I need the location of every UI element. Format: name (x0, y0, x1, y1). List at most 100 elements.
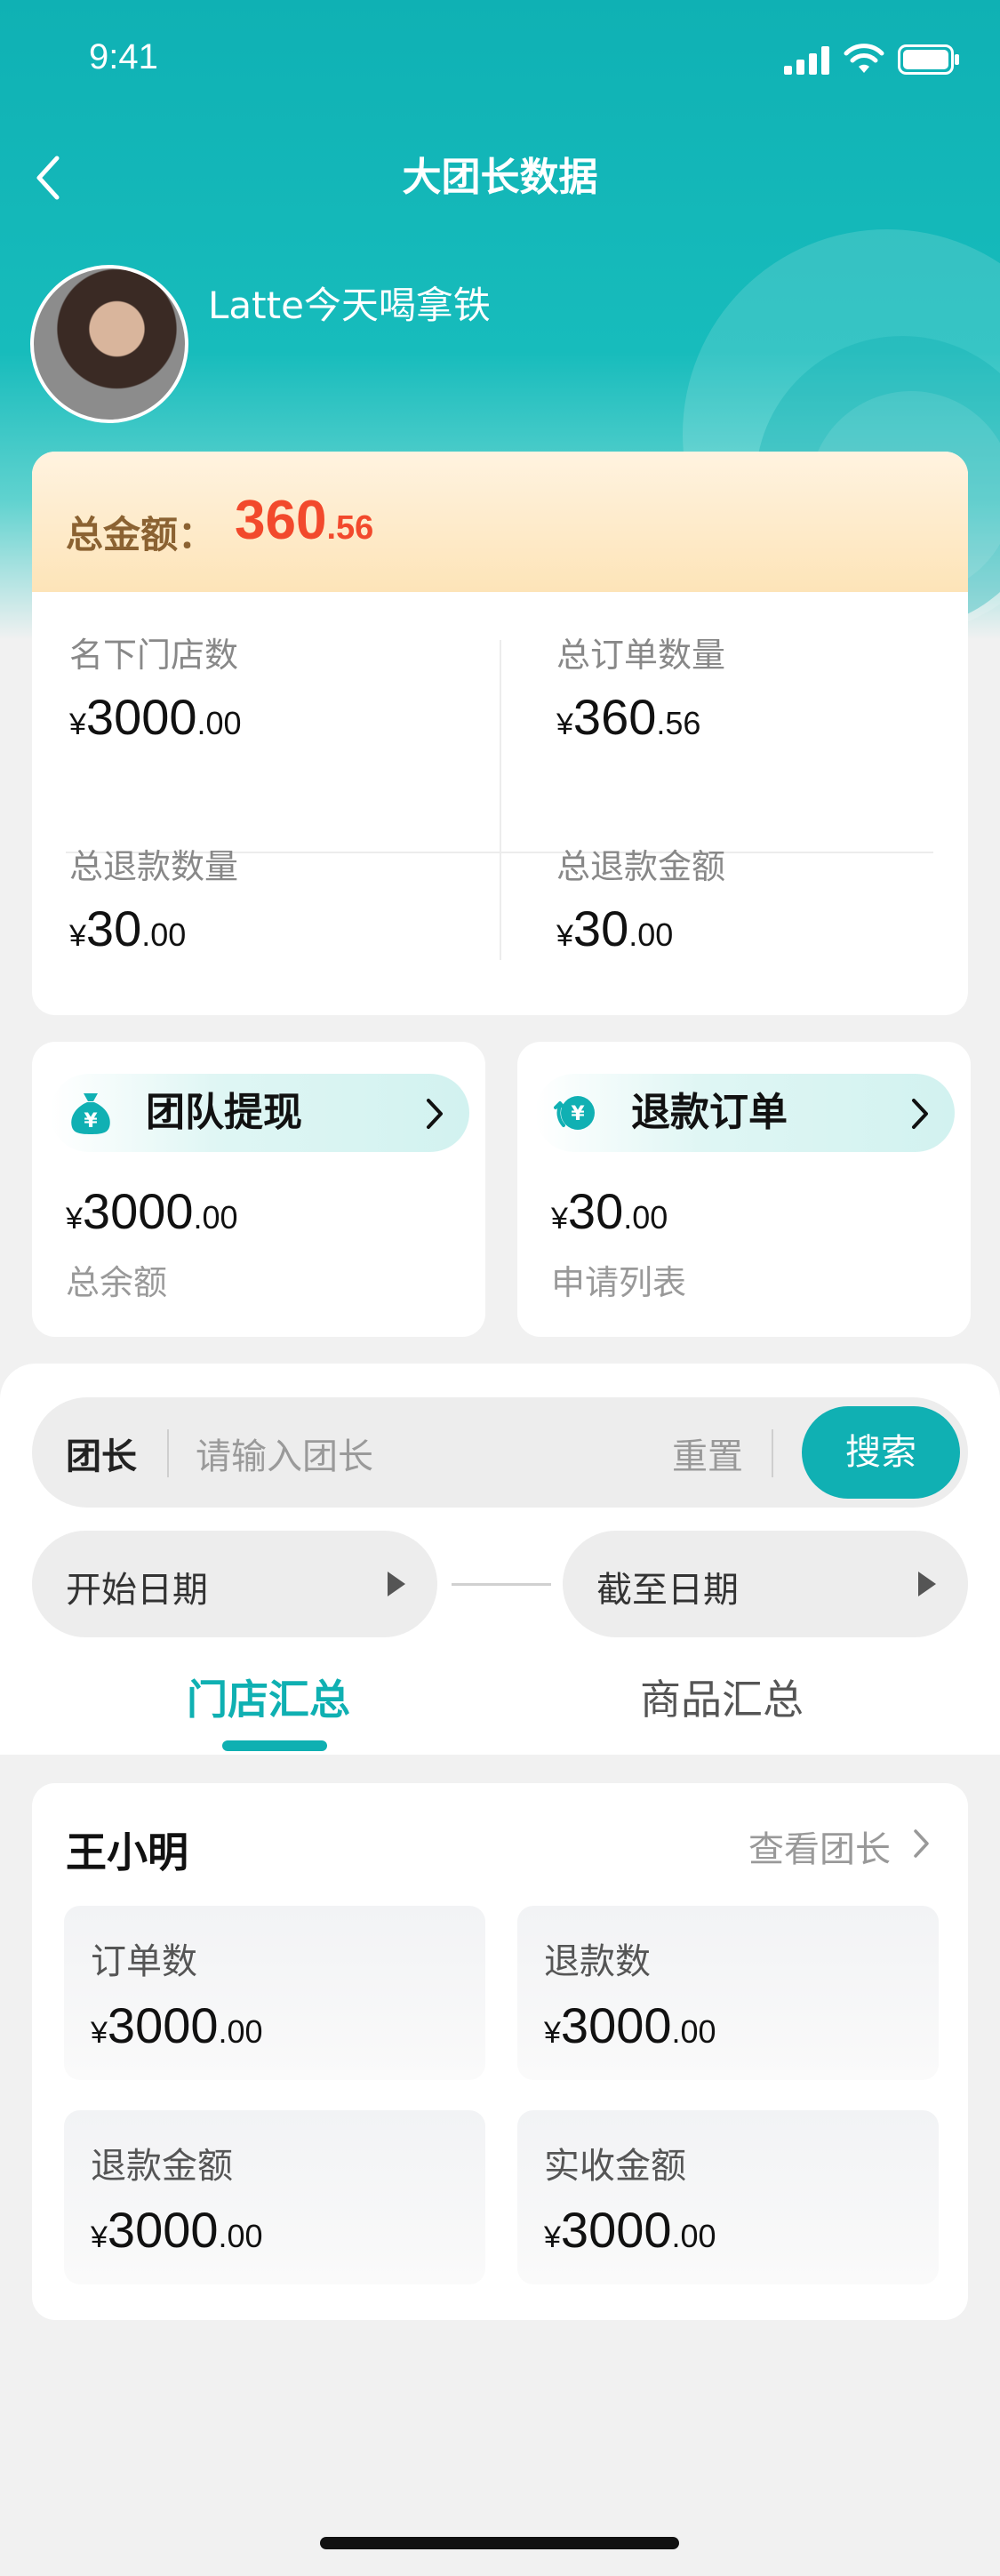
page-title: 大团长数据 (402, 155, 598, 200)
order-count-tile: 订单数 ¥3000.00 (64, 1906, 485, 2080)
tab-product-summary[interactable]: 商品汇总 (640, 1671, 804, 1728)
chevron-right-icon (427, 1099, 443, 1129)
stat-refund-amount: 总退款金额 ¥30.00 (556, 843, 968, 957)
filter-panel: 团长 请输入团长 重置 搜索 开始日期 截至日期 门店汇总 商品汇总 (0, 1364, 1000, 1755)
caret-right-icon (918, 1572, 936, 1596)
value-int: 3000 (107, 1997, 219, 2053)
currency-symbol: ¥ (544, 2220, 561, 2254)
value-int: 30 (567, 1183, 624, 1239)
refund-list-label: 申请列表 (551, 1263, 687, 1302)
total-amount-int: 360 (235, 490, 327, 551)
summary-card: 总金额： 360.56 名下门店数 ¥3000.00 总订单数量 ¥360.56… (32, 452, 968, 1015)
stat-value: ¥3000.00 (69, 688, 496, 746)
value-int: 3000 (560, 2202, 672, 2258)
svg-text:¥: ¥ (571, 1103, 585, 1125)
leader-search-input[interactable]: 请输入团长 (196, 1428, 373, 1479)
stat-store-count: 名下门店数 ¥3000.00 (69, 631, 496, 746)
stat-value: ¥3000.00 (91, 2201, 263, 2259)
divider (500, 640, 501, 960)
stat-value: ¥360.56 (556, 688, 968, 746)
stat-label: 实收金额 (544, 2146, 686, 2187)
summary-stats-grid: 名下门店数 ¥3000.00 总订单数量 ¥360.56 总退款数量 ¥30.0… (32, 592, 968, 1015)
tab-store-summary[interactable]: 门店汇总 (187, 1671, 350, 1728)
value-dec: .00 (628, 916, 674, 953)
cellular-signal-icon (784, 46, 829, 75)
refund-count-tile: 退款数 ¥3000.00 (517, 1906, 939, 2080)
stat-value: ¥3000.00 (544, 2201, 716, 2259)
username: Latte今天喝拿铁 (208, 284, 491, 327)
refund-icon: ¥ (554, 1096, 595, 1130)
caret-right-icon (388, 1572, 405, 1596)
total-amount-banner: 总金额： 360.56 (32, 452, 968, 592)
refund-orders-title: 退款订单 (631, 1090, 788, 1135)
leader-name: 王小明 (66, 1828, 188, 1876)
avatar[interactable] (30, 265, 188, 423)
stat-order-count: 总订单数量 ¥360.56 (556, 631, 968, 746)
value-dec: .00 (671, 2013, 716, 2050)
status-bar: 9:41 (0, 0, 1000, 121)
value-dec: .56 (656, 705, 701, 741)
team-withdraw-header[interactable]: ¥ 团队提现 (50, 1074, 469, 1152)
currency-symbol: ¥ (66, 1202, 83, 1236)
refund-orders-card[interactable]: ¥ 退款订单 ¥30.00 申请列表 (517, 1042, 971, 1337)
search-button[interactable]: 搜索 (802, 1406, 960, 1499)
chevron-right-icon[interactable] (912, 1828, 932, 1860)
svg-text:¥: ¥ (84, 1110, 98, 1132)
end-date-picker[interactable]: 截至日期 (563, 1531, 968, 1637)
search-field-label: 团长 (66, 1436, 137, 1477)
stat-value: ¥30.00 (556, 900, 968, 957)
value-dec: .00 (623, 1199, 668, 1236)
currency-symbol: ¥ (69, 919, 86, 953)
stat-label: 名下门店数 (69, 636, 239, 675)
currency-symbol: ¥ (556, 919, 573, 953)
home-indicator (320, 2537, 679, 2549)
currency-symbol: ¥ (91, 2220, 108, 2254)
stat-value: ¥3000.00 (544, 1996, 716, 2054)
team-withdraw-card[interactable]: ¥ 团队提现 ¥3000.00 总余额 (32, 1042, 485, 1337)
value-int: 3000 (82, 1183, 194, 1239)
divider (772, 1429, 773, 1477)
value-dec: .00 (671, 2218, 716, 2254)
chevron-right-icon (912, 1099, 928, 1129)
value-int: 30 (85, 900, 142, 956)
value-int: 360 (572, 689, 657, 745)
value-int: 3000 (560, 1997, 672, 2053)
start-date-picker[interactable]: 开始日期 (32, 1531, 437, 1637)
value-dec: .00 (196, 705, 242, 741)
total-amount-value: 360.56 (235, 489, 373, 552)
value-int: 30 (572, 900, 629, 956)
currency-symbol: ¥ (551, 1202, 568, 1236)
divider (167, 1429, 169, 1477)
active-tab-indicator (222, 1740, 327, 1751)
currency-symbol: ¥ (556, 708, 573, 741)
start-date-label: 开始日期 (66, 1570, 208, 1611)
received-amount-tile: 实收金额 ¥3000.00 (517, 2110, 939, 2284)
leader-summary-card: 王小明 查看团长 订单数 ¥3000.00 退款数 ¥3000.00 退款金额 … (32, 1783, 968, 2320)
refund-orders-header[interactable]: ¥ 退款订单 (535, 1074, 955, 1152)
total-amount-dec: .56 (326, 509, 374, 547)
stat-value: ¥30.00 (69, 900, 496, 957)
end-date-label: 截至日期 (596, 1570, 739, 1611)
battery-icon (898, 44, 959, 75)
total-amount-label: 总金额： (66, 513, 216, 556)
stat-label: 总退款数量 (69, 847, 239, 886)
refund-amount-tile: 退款金额 ¥3000.00 (64, 2110, 485, 2284)
stat-label: 总订单数量 (556, 636, 726, 675)
currency-symbol: ¥ (544, 2016, 561, 2050)
leader-search-bar: 团长 请输入团长 重置 搜索 (32, 1397, 968, 1508)
status-time: 9:41 (89, 37, 158, 76)
value-dec: .00 (218, 2218, 263, 2254)
view-leader-link[interactable]: 查看团长 (748, 1820, 891, 1872)
stat-label: 退款数 (544, 1941, 651, 1982)
date-range-separator (452, 1583, 551, 1586)
currency-symbol: ¥ (69, 708, 86, 741)
stat-value: ¥3000.00 (91, 1996, 263, 2054)
value-int: 3000 (107, 2202, 219, 2258)
stat-label: 订单数 (91, 1941, 197, 1982)
balance-value: ¥3000.00 (66, 1182, 238, 1240)
reset-button[interactable]: 重置 (672, 1428, 743, 1479)
money-bag-icon: ¥ (71, 1093, 110, 1134)
value-dec: .00 (141, 916, 187, 953)
value-dec: .00 (193, 1199, 238, 1236)
stat-refund-count: 总退款数量 ¥30.00 (69, 843, 496, 957)
